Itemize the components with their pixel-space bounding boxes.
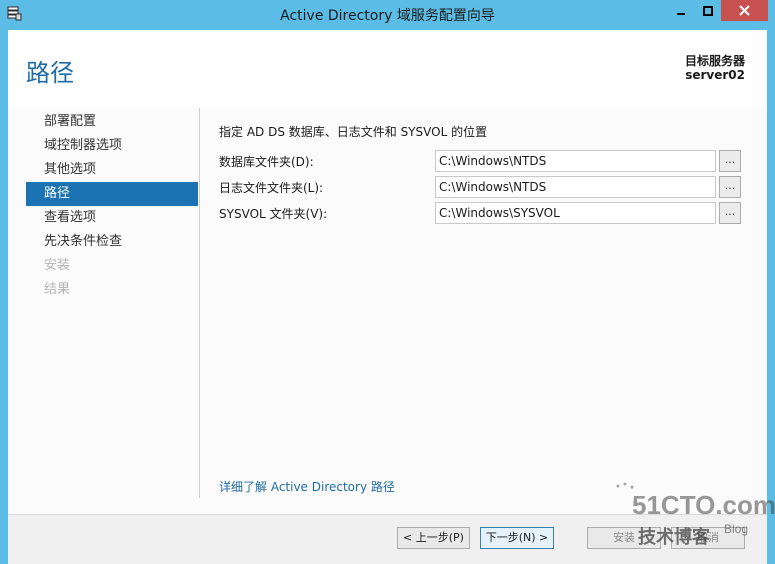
target-server-label: 目标服务器 bbox=[684, 54, 745, 68]
wizard-footer: < 上一步(P) 下一步(N) > 安装 取消 bbox=[8, 514, 767, 564]
maximize-button[interactable] bbox=[694, 0, 721, 21]
install-button[interactable]: 安装 bbox=[587, 527, 661, 549]
wizard-steps-nav: 部署配置 域控制器选项 其他选项 路径 查看选项 先决条件检查 安装 结果 bbox=[26, 110, 198, 302]
paths-content: 指定 AD DS 数据库、日志文件和 SYSVOL 的位置 数据库文件夹(D):… bbox=[219, 122, 749, 224]
database-folder-browse-button[interactable]: ... bbox=[719, 150, 741, 172]
log-folder-row: 日志文件文件夹(L): C:\Windows\NTDS ... bbox=[219, 176, 749, 198]
sysvol-folder-input[interactable]: C:\Windows\SYSVOL bbox=[435, 202, 716, 224]
sysvol-folder-label: SYSVOL 文件夹(V): bbox=[219, 207, 328, 221]
wizard-header: 路径 目标服务器 server02 bbox=[8, 30, 767, 108]
nav-item-results: 结果 bbox=[44, 282, 71, 297]
maximize-icon bbox=[702, 5, 713, 16]
nav-item-prereq[interactable]: 先决条件检查 bbox=[26, 230, 198, 254]
log-folder-browse-button[interactable]: ... bbox=[719, 176, 741, 198]
page-title: 路径 bbox=[26, 59, 74, 87]
database-folder-row: 数据库文件夹(D): C:\Windows\NTDS ... bbox=[219, 150, 749, 172]
cancel-button[interactable]: 取消 bbox=[671, 527, 745, 549]
next-button[interactable]: 下一步(N) > bbox=[480, 527, 554, 549]
title-bar[interactable]: Active Directory 域服务配置向导 bbox=[0, 0, 775, 28]
database-folder-input[interactable]: C:\Windows\NTDS bbox=[435, 150, 716, 172]
database-folder-label: 数据库文件夹(D): bbox=[219, 155, 314, 169]
log-folder-label: 日志文件文件夹(L): bbox=[219, 181, 324, 195]
target-server-name: server02 bbox=[685, 68, 745, 82]
nav-item-paths[interactable]: 路径 bbox=[26, 182, 198, 206]
previous-button[interactable]: < 上一步(P) bbox=[397, 527, 470, 549]
close-button[interactable] bbox=[721, 0, 768, 21]
wizard-window: Active Directory 域服务配置向导 路径 目标服务器 server… bbox=[0, 0, 775, 564]
sysvol-folder-row: SYSVOL 文件夹(V): C:\Windows\SYSVOL ... bbox=[219, 202, 749, 224]
wizard-body: 部署配置 域控制器选项 其他选项 路径 查看选项 先决条件检查 安装 结果 指定… bbox=[8, 108, 767, 514]
sysvol-folder-browse-button[interactable]: ... bbox=[719, 202, 741, 224]
nav-item-install: 安装 bbox=[44, 258, 71, 273]
close-icon bbox=[739, 5, 750, 16]
window-title: Active Directory 域服务配置向导 bbox=[280, 8, 495, 24]
content-heading: 指定 AD DS 数据库、日志文件和 SYSVOL 的位置 bbox=[219, 125, 488, 139]
nav-item-additional-options[interactable]: 其他选项 bbox=[26, 158, 198, 182]
nav-item-dc-options[interactable]: 域控制器选项 bbox=[26, 134, 198, 158]
minimize-button[interactable] bbox=[667, 0, 694, 21]
nav-item-review[interactable]: 查看选项 bbox=[26, 206, 198, 230]
learn-more-link[interactable]: 详细了解 Active Directory 路径 bbox=[219, 478, 395, 495]
minimize-icon bbox=[676, 12, 685, 15]
wizard-client-area: 路径 目标服务器 server02 部署配置 域控制器选项 其他选项 路径 查看… bbox=[8, 30, 767, 564]
log-folder-input[interactable]: C:\Windows\NTDS bbox=[435, 176, 716, 198]
nav-item-deployment[interactable]: 部署配置 bbox=[26, 110, 198, 134]
nav-divider bbox=[199, 108, 200, 498]
